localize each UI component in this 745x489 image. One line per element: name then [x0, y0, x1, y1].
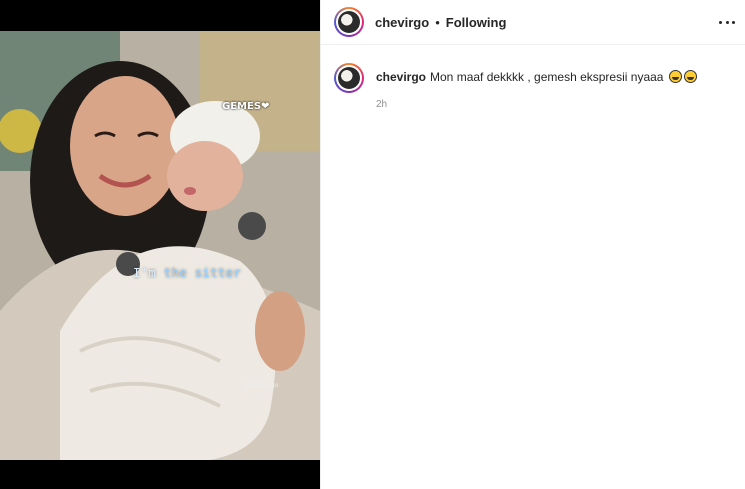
post-photo[interactable]: I'm the sitter GEMES❤ @CheVirgo — [0, 31, 320, 460]
caption-username[interactable]: chevirgo — [376, 70, 426, 84]
caption-comment: chevirgo Mon maaf dekkkk , gemesh ekspres… — [334, 63, 732, 110]
grinning-squint-emoji-icon — [668, 70, 682, 83]
details-pane: chevirgo • Following chevirgo Mon maaf de… — [320, 0, 745, 489]
avatar[interactable] — [334, 7, 364, 37]
comment-timestamp[interactable]: 2h — [376, 99, 697, 110]
avatar-image — [338, 67, 360, 89]
avatar-image — [338, 11, 360, 33]
more-horizontal-icon[interactable] — [719, 14, 735, 30]
photo-overlay-caption: I'm the sitter — [133, 266, 242, 280]
grinning-squint-emoji-icon — [683, 70, 697, 83]
gemes-sticker: GEMES❤ — [222, 101, 270, 112]
photo-illustration — [0, 31, 320, 460]
media-pane: I'm the sitter GEMES❤ @CheVirgo — [0, 0, 320, 489]
post-header: chevirgo • Following — [321, 0, 745, 45]
header-username[interactable]: chevirgo — [375, 15, 429, 30]
photo-watermark: @CheVirgo — [245, 382, 279, 389]
separator-dot: • — [435, 14, 440, 30]
following-button[interactable]: Following — [446, 15, 507, 30]
caption-text: Mon maaf dekkkk , gemesh ekspresii nyaaa — [430, 70, 664, 84]
caption-avatar[interactable] — [334, 63, 364, 93]
comment-body: chevirgo Mon maaf dekkkk , gemesh ekspres… — [376, 63, 697, 110]
